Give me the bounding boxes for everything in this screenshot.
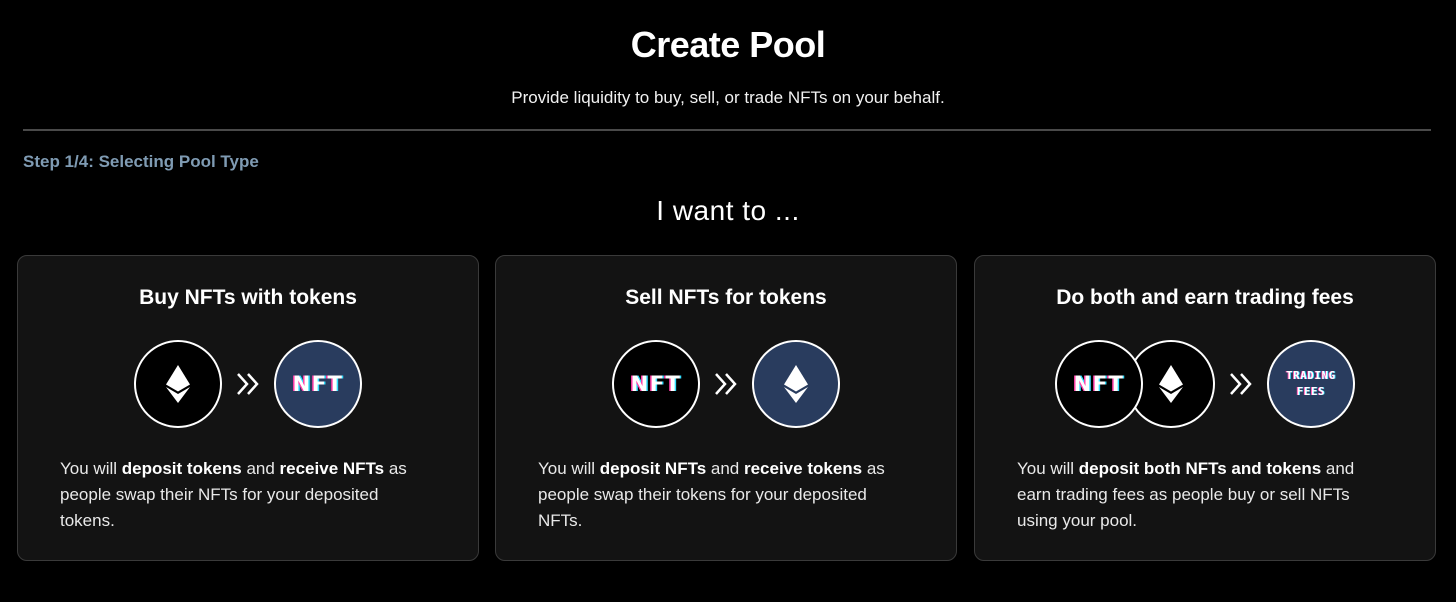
- card-title: Buy NFTs with tokens: [139, 286, 357, 309]
- double-chevron-right-icon: [712, 370, 740, 398]
- pool-type-card-sell[interactable]: Sell NFTs for tokens NFT You will deposi…: [495, 255, 957, 561]
- card-description: You will deposit NFTs and receive tokens…: [538, 459, 885, 530]
- selection-prompt: I want to ...: [656, 195, 800, 226]
- pool-type-card-buy[interactable]: Buy NFTs with tokens NFT You will deposi…: [17, 255, 479, 561]
- page-title: Create Pool: [630, 24, 826, 65]
- page-subtitle: Provide liquidity to buy, sell, or trade…: [511, 88, 945, 107]
- card-icons: NFT TRADING FEES: [975, 338, 1435, 430]
- card-description: You will deposit tokens and receive NFTs…: [60, 459, 407, 530]
- trading-fees-icon: TRADING FEES: [1267, 340, 1355, 428]
- step-indicator: Step 1/4: Selecting Pool Type: [23, 152, 259, 171]
- nft-badge-icon: NFT: [274, 340, 362, 428]
- card-description: You will deposit both NFTs and tokens an…: [1017, 459, 1355, 530]
- double-chevron-right-icon: [1227, 370, 1255, 398]
- nft-label: NFT: [630, 372, 682, 396]
- trading-fees-label: TRADING FEES: [1286, 370, 1336, 398]
- double-chevron-right-icon: [234, 370, 262, 398]
- nft-badge-icon: NFT: [1055, 340, 1143, 428]
- nft-badge-icon: NFT: [612, 340, 700, 428]
- card-icons: NFT: [496, 338, 956, 430]
- pool-type-card-trade[interactable]: Do both and earn trading fees NFT TRADIN…: [974, 255, 1436, 561]
- nft-label: NFT: [292, 372, 344, 396]
- ethereum-icon: [752, 340, 840, 428]
- card-icons: NFT: [18, 338, 478, 430]
- ethereum-icon: [134, 340, 222, 428]
- card-title: Do both and earn trading fees: [1056, 286, 1354, 309]
- card-title: Sell NFTs for tokens: [625, 286, 827, 309]
- nft-label: NFT: [1073, 372, 1125, 396]
- header-divider: [23, 129, 1431, 131]
